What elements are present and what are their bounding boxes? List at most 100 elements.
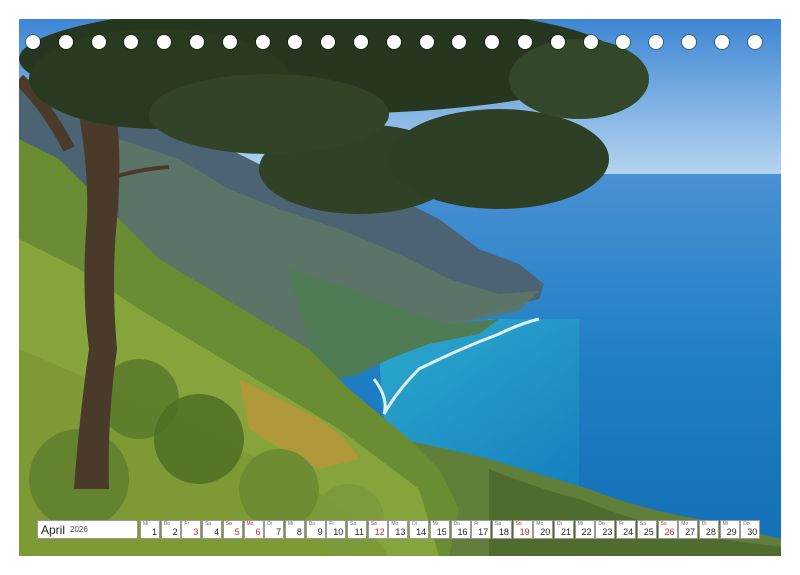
day-cell: Do 16 (450, 520, 471, 539)
weekday-label: Sa (205, 521, 212, 527)
day-cell: Mo 20 (533, 520, 554, 539)
binding-holes (26, 35, 774, 51)
day-cell: So 19 (512, 520, 533, 539)
day-number: 9 (317, 527, 323, 537)
day-number: 16 (457, 527, 468, 537)
day-cell: Fr 17 (471, 520, 492, 539)
day-cell: Sa 4 (202, 520, 223, 539)
day-number: 12 (374, 527, 385, 537)
binding-hole (288, 35, 303, 49)
binding-hole (190, 35, 204, 49)
binding-hole (616, 35, 631, 49)
binding-hole (452, 35, 467, 49)
day-cell: Mi 8 (284, 520, 305, 539)
month-year: 2026 (70, 525, 88, 534)
weekday-label: Mi (143, 521, 149, 527)
calendar-page: April 2026 Mi 1 Do 2 Fr 3 Sa 4 So 5 Mo 6 Di 7 Mi 8 Do 9 Fr… (0, 0, 800, 575)
binding-hole (518, 35, 532, 49)
day-number: 8 (296, 527, 302, 537)
day-cell: Mo 27 (678, 520, 699, 539)
day-cell: Fr 3 (181, 520, 202, 539)
weekday-label: Mo (246, 521, 254, 527)
binding-hole (157, 35, 172, 49)
day-number: 21 (560, 527, 571, 537)
day-cell: Mi 1 (140, 520, 160, 539)
day-number: 10 (333, 527, 344, 537)
calendar-strip: April 2026 Mi 1 Do 2 Fr 3 Sa 4 So 5 Mo 6 Di 7 Mi 8 Do 9 Fr… (37, 520, 763, 539)
binding-hole (26, 35, 40, 49)
day-number: 22 (581, 527, 592, 537)
weekday-label: Mi (287, 521, 294, 527)
day-number: 14 (416, 527, 427, 537)
day-cell: Mo 6 (243, 520, 264, 539)
binding-hole (419, 35, 434, 49)
day-number: 20 (540, 527, 551, 537)
day-cell: So 26 (657, 520, 678, 539)
day-cell: Fr 10 (326, 520, 347, 539)
day-number: 17 (478, 527, 489, 537)
day-number: 13 (395, 527, 406, 537)
weekday-label: So (225, 521, 232, 527)
binding-hole (714, 35, 729, 49)
day-cell: So 5 (222, 520, 243, 539)
day-number: 30 (747, 527, 758, 537)
binding-hole (550, 35, 565, 49)
day-cell: Di 7 (264, 520, 285, 539)
day-number: 6 (255, 527, 261, 537)
month-label-box: April 2026 (37, 520, 138, 539)
binding-hole (58, 35, 73, 49)
binding-hole (222, 35, 237, 49)
day-cell: Mi 22 (574, 520, 595, 539)
binding-hole (485, 35, 500, 49)
day-cell: Do 30 (740, 520, 761, 539)
day-cell: Di 14 (409, 520, 430, 539)
day-cell: Mo 13 (388, 520, 409, 539)
day-number: 26 (664, 527, 675, 537)
day-cell: Do 2 (160, 520, 181, 539)
day-number: 28 (705, 527, 716, 537)
binding-hole (124, 35, 139, 49)
landscape-photo (19, 19, 781, 556)
day-cell: So 12 (367, 520, 388, 539)
day-number: 19 (519, 527, 530, 537)
day-cell: Do 23 (595, 520, 616, 539)
day-cell: Sa 18 (491, 520, 512, 539)
day-number: 5 (234, 527, 240, 537)
binding-hole (354, 35, 368, 49)
binding-hole (649, 35, 664, 49)
binding-hole (321, 35, 336, 49)
binding-hole (386, 35, 401, 49)
day-number: 18 (498, 527, 509, 537)
binding-hole (255, 35, 270, 49)
weekday-label: Do (163, 521, 171, 527)
day-cell: Sa 11 (347, 520, 367, 539)
day-cell: Mi 15 (429, 520, 450, 539)
day-number: 25 (643, 527, 654, 537)
day-number: 3 (193, 527, 199, 537)
day-cell: Sa 25 (636, 520, 657, 539)
day-number: 7 (276, 527, 282, 537)
month-name: April (41, 523, 66, 537)
day-number: 1 (151, 527, 157, 537)
day-number: 2 (172, 527, 178, 537)
day-cell: Do 9 (305, 520, 326, 539)
day-number: 24 (623, 527, 634, 537)
weekday-label: Do (308, 521, 315, 527)
coastal-landscape-image (19, 19, 781, 556)
day-cell: Di 21 (554, 520, 574, 539)
day-number: 23 (602, 527, 613, 537)
binding-hole (747, 35, 762, 49)
day-number: 11 (354, 527, 364, 537)
day-cell: Mi 29 (719, 520, 740, 539)
weekday-label: Fr (184, 521, 190, 527)
binding-hole (583, 35, 598, 49)
day-number: 29 (726, 527, 737, 537)
binding-hole (682, 35, 696, 49)
day-number: 4 (214, 527, 220, 537)
weekday-label: Di (267, 521, 272, 527)
day-number: 15 (436, 527, 447, 537)
day-cell: Di 28 (698, 520, 719, 539)
day-cell: Fr 24 (616, 520, 637, 539)
binding-hole (91, 35, 106, 49)
day-number: 27 (685, 527, 696, 537)
